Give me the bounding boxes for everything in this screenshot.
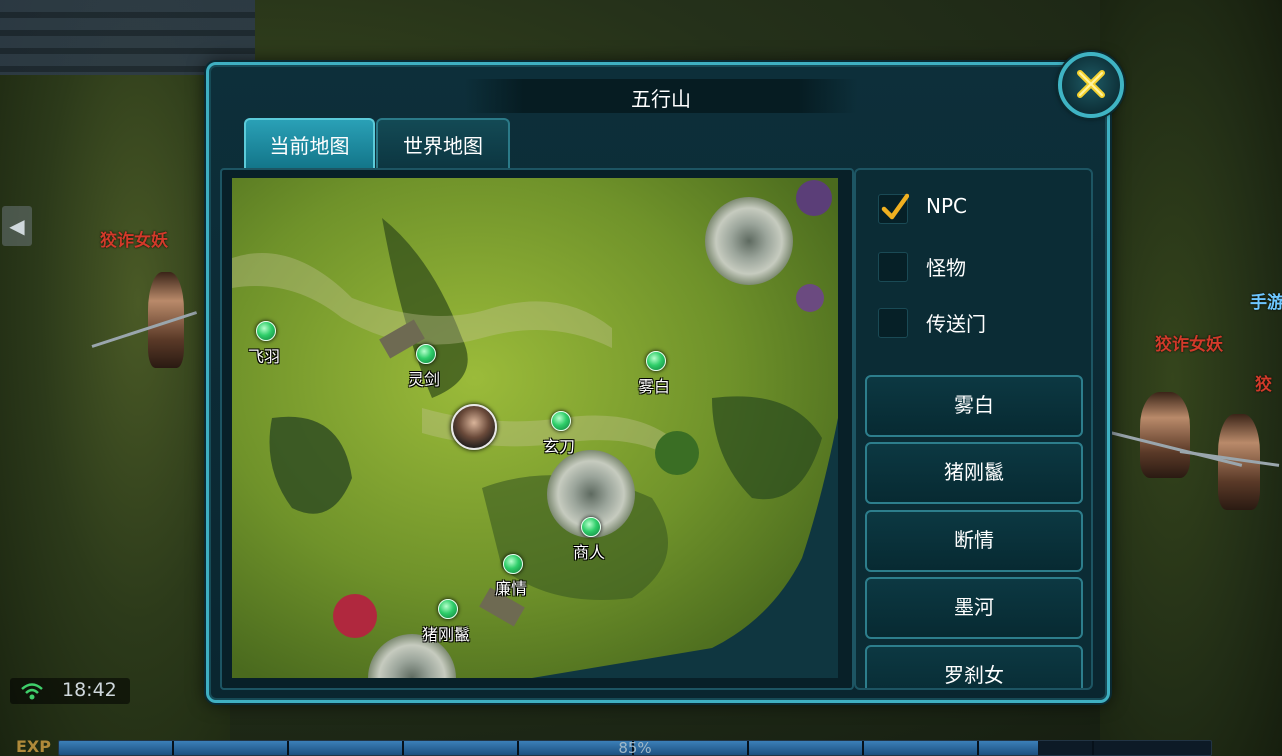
map-window: 五行山 当前地图 世界地图 飞羽 灵剑 雾白 玄刀 商人 廉情 猪刚鬣 NPC … (206, 62, 1110, 703)
exp-bar: 85% (58, 740, 1212, 756)
side-panel: NPC 怪物 传送门 雾白 猪刚鬣 断情 墨河 罗刹女 (854, 168, 1093, 690)
wifi-icon (21, 683, 43, 700)
status-indicator: 18:42 (10, 678, 130, 704)
map-marker-label: 商人 (573, 543, 606, 562)
player-avatar[interactable] (451, 404, 497, 450)
title-bar: 五行山 (465, 79, 857, 113)
map-marker-dot[interactable] (581, 517, 601, 537)
map-title: 五行山 (631, 87, 691, 111)
other-player-name-label: 手游 (1250, 293, 1282, 313)
map-marker-dot[interactable] (646, 351, 666, 371)
filter-label: 传送门 (926, 312, 986, 336)
enemy-name-label: 狡诈女妖 (1155, 335, 1223, 355)
map-marker-dot[interactable] (256, 321, 276, 341)
crossed-swords-icon (1077, 70, 1105, 98)
map-marker-dot[interactable] (503, 554, 523, 574)
exp-label: EXP (16, 737, 51, 756)
filter-label: NPC (926, 194, 967, 218)
map-terrain (232, 178, 838, 678)
filter-checkbox[interactable] (878, 193, 909, 224)
npc-list-button[interactable]: 墨河 (865, 577, 1083, 639)
close-button[interactable] (1058, 52, 1124, 118)
map-marker-label: 雾白 (638, 377, 671, 396)
map-marker-dot[interactable] (416, 344, 436, 364)
scene-background-left (0, 0, 230, 756)
map-marker-label: 飞羽 (248, 347, 281, 366)
filter-label: 怪物 (926, 256, 966, 280)
filter-checkbox[interactable] (878, 252, 908, 282)
tab-world-map[interactable]: 世界地图 (376, 118, 510, 170)
npc-list-button[interactable]: 断情 (865, 510, 1083, 572)
clock-time: 18:42 (62, 679, 117, 701)
map-frame: 飞羽 灵剑 雾白 玄刀 商人 廉情 猪刚鬣 (220, 168, 854, 690)
left-arrow-icon[interactable]: ◀ (2, 206, 32, 246)
enemy-figure[interactable] (1140, 392, 1190, 478)
map-marker-dot[interactable] (551, 411, 571, 431)
exp-percent: 85% (618, 740, 652, 756)
tab-current-map[interactable]: 当前地图 (244, 118, 375, 170)
map-marker-label: 猪刚鬣 (422, 625, 471, 644)
npc-list-button[interactable]: 猪刚鬣 (865, 442, 1083, 504)
map-marker-dot[interactable] (438, 599, 458, 619)
enemy-name-label-partial: 狡 (1255, 375, 1272, 395)
minimap[interactable]: 飞羽 灵剑 雾白 玄刀 商人 廉情 猪刚鬣 (232, 178, 838, 678)
checkmark-icon (881, 193, 909, 220)
map-marker-label: 灵剑 (408, 370, 441, 389)
filter-checkbox[interactable] (878, 308, 908, 338)
enemy-name-label: 狡诈女妖 (100, 231, 168, 251)
npc-list-button[interactable]: 雾白 (865, 375, 1083, 437)
npc-list-button[interactable]: 罗刹女 (865, 645, 1083, 688)
map-marker-label: 玄刀 (543, 437, 576, 456)
map-marker-label: 廉情 (495, 579, 528, 598)
